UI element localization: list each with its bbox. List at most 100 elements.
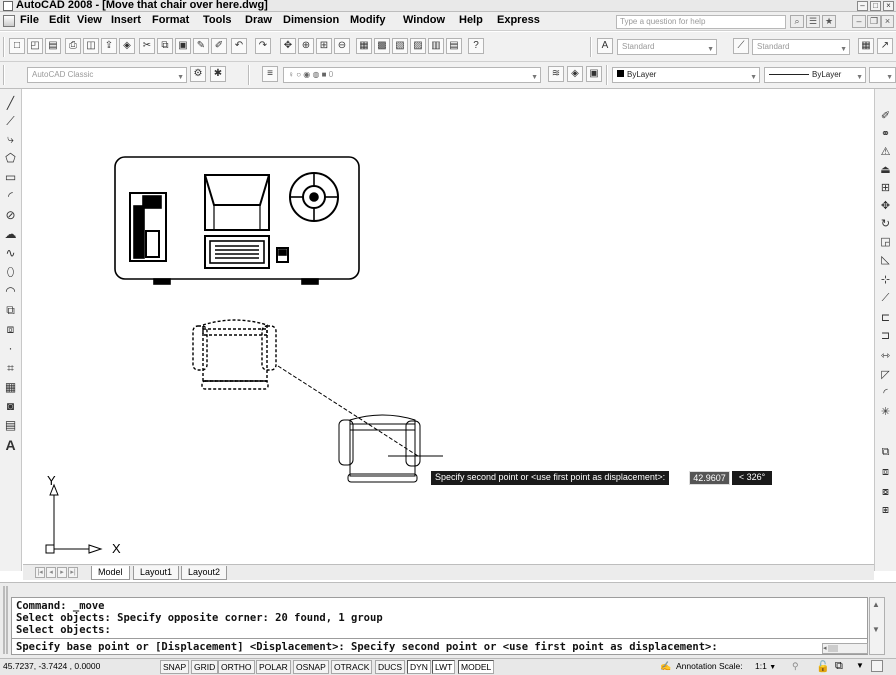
snap-toggle[interactable]: SNAP [160,660,190,674]
command-scrollbar[interactable]: ▲ ▼ [869,597,885,655]
erase-icon[interactable]: ✐ [878,109,893,124]
make-object-layer-current-icon[interactable]: ≋ [548,66,564,82]
favorites-star-icon[interactable]: ★ [822,15,836,28]
toolbar-grip[interactable] [3,65,5,85]
join-icon[interactable]: ⇿ [878,349,893,364]
tool-palettes-icon[interactable]: ▧ [392,38,408,54]
qnew-icon[interactable]: ◰ [27,38,43,54]
toolbar-grip[interactable] [606,65,608,85]
menu-edit[interactable]: Edit [49,14,70,26]
tab-model[interactable]: Model [91,566,130,580]
break-icon[interactable]: ⊐ [878,329,893,344]
line-icon[interactable]: ╱ [3,96,18,111]
make-block-icon[interactable]: ⧈ [3,322,18,337]
circle-icon[interactable]: ⊘ [3,208,18,223]
3d-dwf-icon[interactable]: ◈ [119,38,135,54]
menu-help[interactable]: Help [459,14,483,26]
help-icon[interactable]: ? [468,38,484,54]
copy-object-icon[interactable]: ⚭ [878,127,893,142]
move-icon[interactable]: ✥ [878,199,893,214]
scroll-thumb[interactable] [828,644,839,652]
block-editor-icon[interactable]: ✐ [211,38,227,54]
polygon-icon[interactable]: ⬠ [3,151,18,166]
dynamic-input-angle-field[interactable]: < 326° [732,471,772,485]
dim-style-combo[interactable]: Standard ▼ [752,39,850,55]
table-style-icon[interactable]: ▦ [858,38,874,54]
insert-block-icon[interactable]: ⧉ [3,303,18,318]
table-icon[interactable]: ▤ [3,418,18,433]
minimize-icon[interactable]: – [857,1,868,11]
menu-format[interactable]: Format [152,14,189,26]
zoom-previous-icon[interactable]: ⊖ [334,38,350,54]
status-menu-arrow-icon[interactable]: ▼ [856,661,864,670]
tab-layout1[interactable]: Layout1 [133,566,180,580]
autocad-app-icon[interactable] [3,1,13,11]
model-toggle[interactable]: MODEL [458,660,495,674]
pan-realtime-icon[interactable]: ✥ [280,38,296,54]
layer-properties-icon[interactable]: ≡ [262,66,278,82]
polyline-icon[interactable]: ⤷ [3,132,18,147]
tab-layout2[interactable]: Layout2 [181,566,228,580]
draw-order-icon[interactable]: ⧉ [878,445,893,460]
layer-previous-icon[interactable]: ◈ [567,66,583,82]
ducs-toggle[interactable]: DUCS [375,660,406,674]
mirror-icon[interactable]: ⚠ [878,145,893,160]
color-combo[interactable]: ByLayer ▼ [612,67,760,83]
text-style-combo[interactable]: Standard ▼ [617,39,717,55]
region-icon[interactable]: ◙ [3,399,18,414]
menu-insert[interactable]: Insert [111,14,141,26]
doc-restore-icon[interactable]: ❐ [867,15,881,28]
clean-screen-icon[interactable] [871,660,883,672]
chamfer-icon[interactable]: ◸ [878,368,893,383]
copy-icon[interactable]: ⧉ [157,38,173,54]
lock-icon[interactable]: 🔓 [816,660,830,673]
zoom-realtime-icon[interactable]: ⊕ [298,38,314,54]
publish-icon[interactable]: ⇪ [101,38,117,54]
maximize-icon[interactable]: □ [870,1,881,11]
plot-preview-icon[interactable]: ◫ [83,38,99,54]
save-icon[interactable]: ▤ [45,38,61,54]
gradient-icon[interactable]: ▦ [3,380,18,395]
multileader-style-icon[interactable]: ↗ [877,38,893,54]
toolbar-grip[interactable] [248,65,250,85]
scale-icon[interactable]: ◲ [878,235,893,250]
menu-view[interactable]: View [77,14,102,26]
lwt-toggle[interactable]: LWT [432,660,456,674]
rotate-icon[interactable]: ↻ [878,217,893,232]
properties-icon[interactable]: ▦ [356,38,372,54]
menu-express[interactable]: Express [497,14,540,26]
annotation-visibility-icon[interactable]: ✍ [660,661,671,672]
quickcalc-icon[interactable]: ▤ [446,38,462,54]
zoom-window-icon[interactable]: ⊞ [316,38,332,54]
layer-combo[interactable]: ♀ ○ ◉ ◍ ■ 0 ▼ [283,67,541,83]
array-icon[interactable]: ⊞ [878,181,893,196]
menu-draw[interactable]: Draw [245,14,272,26]
drawing-canvas[interactable]: X Y [23,89,874,564]
doc-close-icon[interactable]: × [881,15,894,28]
command-prompt-input[interactable]: Specify base point or [Displacement] <Di… [16,641,718,653]
annotation-scale-dropdown[interactable]: 1:1 ▼ [755,661,776,671]
grid-toggle[interactable]: GRID [191,660,219,674]
command-history[interactable]: Command: _move Select objects: Specify o… [11,597,868,655]
dyn-toggle[interactable]: DYN [407,660,431,674]
toolbar-grip[interactable] [3,37,5,57]
print-icon[interactable]: ⎙ [65,38,81,54]
linetype-combo[interactable]: ByLayer ▼ [764,67,866,83]
ortho-toggle[interactable]: ORTHO [218,660,255,674]
bring-to-front-icon[interactable]: ⧈ [878,465,893,480]
layer-states-icon[interactable]: ▣ [586,66,602,82]
my-workspace-icon[interactable]: ✱ [210,66,226,82]
fillet-icon[interactable]: ◜ [878,386,893,401]
command-window-grip[interactable] [3,586,8,654]
text-style-icon[interactable]: A [597,38,613,54]
send-to-back-icon[interactable]: ⧇ [878,485,893,500]
ellipse-arc-icon[interactable]: ◠ [3,284,18,299]
chair-block-selected[interactable] [192,319,277,390]
spline-icon[interactable]: ∿ [3,246,18,261]
break-at-point-icon[interactable]: ⊏ [878,311,893,326]
redo-icon[interactable]: ↷ [255,38,271,54]
scroll-up-icon[interactable]: ▲ [872,600,880,609]
explode-icon[interactable]: ✳ [878,405,893,420]
construction-line-icon[interactable]: ⟋ [3,114,18,129]
sheet-set-icon[interactable]: ▨ [410,38,426,54]
